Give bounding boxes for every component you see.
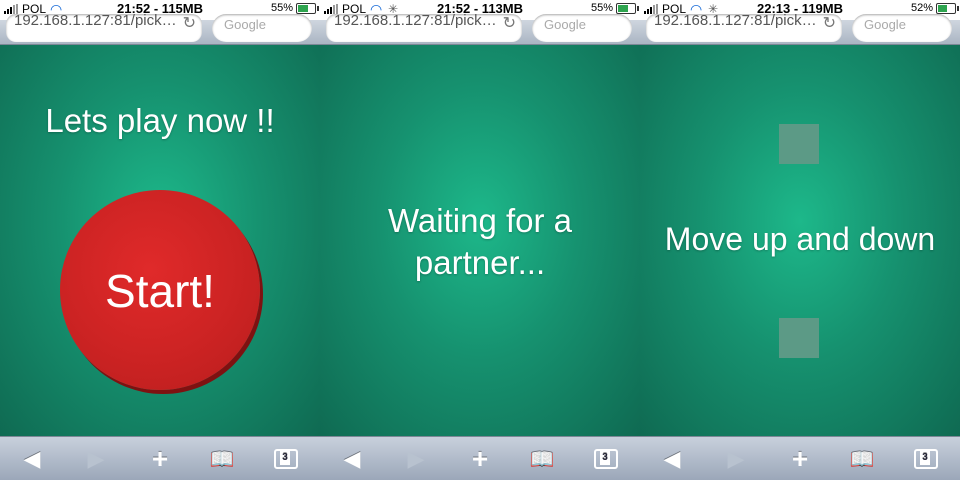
url-field[interactable]: 192.168.1.127:81/pick… ↻ bbox=[646, 12, 842, 42]
back-icon[interactable]: ◀ bbox=[658, 445, 686, 473]
tab-count: 3 bbox=[600, 451, 610, 465]
search-placeholder: Google bbox=[544, 17, 586, 32]
battery-icon bbox=[936, 2, 959, 14]
game-stage: Move up and down bbox=[640, 45, 960, 436]
waiting-line-2: partner... bbox=[414, 244, 546, 281]
browser-toolbar: ◀ ▶ + 📖 3 bbox=[0, 436, 320, 480]
top-paddle-square bbox=[779, 124, 819, 164]
screenshot-strip: POL ◠ 21:52 - 115MB 55% 192.168.1.127:81… bbox=[0, 0, 960, 480]
tabs-icon: 3 bbox=[594, 449, 618, 469]
battery-icon bbox=[296, 2, 319, 14]
phone-screen-play: POL ◠ ✳ 22:13 - 119MB 52% 192.168.1.127:… bbox=[640, 0, 960, 480]
bookmarks-icon[interactable]: 📖 bbox=[848, 445, 876, 473]
reload-icon[interactable]: ↻ bbox=[183, 13, 196, 33]
tabs-icon: 3 bbox=[914, 449, 938, 469]
url-text: 192.168.1.127:81/pick… bbox=[14, 12, 177, 29]
back-icon[interactable]: ◀ bbox=[338, 445, 366, 473]
start-button[interactable]: Start! bbox=[60, 190, 260, 390]
address-bar: 192.168.1.127:81/pick… ↻ Google bbox=[0, 12, 320, 45]
page-heading: Lets play now !! bbox=[45, 102, 275, 139]
tab-count: 3 bbox=[280, 451, 290, 465]
bookmarks-icon[interactable]: 📖 bbox=[208, 445, 236, 473]
waiting-line-1: Waiting for a bbox=[387, 202, 572, 239]
tabs-button[interactable]: 3 bbox=[592, 445, 620, 473]
battery-group: 55% bbox=[270, 2, 319, 14]
bookmarks-icon[interactable]: 📖 bbox=[528, 445, 556, 473]
reload-icon[interactable]: ↻ bbox=[503, 13, 516, 33]
browser-toolbar: ◀ ▶ + 📖 3 bbox=[640, 436, 960, 480]
waiting-message: Waiting for a partner... bbox=[320, 200, 640, 284]
search-field[interactable]: Google bbox=[212, 14, 312, 42]
plus-icon[interactable]: + bbox=[786, 443, 814, 474]
tab-count: 3 bbox=[920, 451, 930, 465]
plus-icon[interactable]: + bbox=[466, 443, 494, 474]
game-stage: Lets play now !! Start! bbox=[0, 45, 320, 436]
address-bar: 192.168.1.127:81/pick… ↻ Google bbox=[640, 12, 960, 45]
search-placeholder: Google bbox=[864, 17, 906, 32]
phone-screen-start: POL ◠ 21:52 - 115MB 55% 192.168.1.127:81… bbox=[0, 0, 320, 480]
address-bar: 192.168.1.127:81/pick… ↻ Google bbox=[320, 12, 640, 45]
back-icon[interactable]: ◀ bbox=[18, 445, 46, 473]
search-field[interactable]: Google bbox=[852, 14, 952, 42]
bottom-paddle-square bbox=[779, 318, 819, 358]
browser-toolbar: ◀ ▶ + 📖 3 bbox=[320, 436, 640, 480]
url-field[interactable]: 192.168.1.127:81/pick… ↻ bbox=[326, 12, 522, 42]
url-field[interactable]: 192.168.1.127:81/pick… ↻ bbox=[6, 12, 202, 42]
battery-percent: 52% bbox=[910, 2, 933, 14]
battery-percent: 55% bbox=[590, 2, 613, 14]
tabs-button[interactable]: 3 bbox=[272, 445, 300, 473]
battery-group: 52% bbox=[910, 2, 959, 14]
game-stage: Waiting for a partner... bbox=[320, 45, 640, 436]
plus-icon[interactable]: + bbox=[146, 443, 174, 474]
url-text: 192.168.1.127:81/pick… bbox=[654, 12, 817, 29]
instruction-text: Move up and down bbox=[664, 221, 936, 257]
search-placeholder: Google bbox=[224, 17, 266, 32]
battery-percent: 55% bbox=[270, 2, 293, 14]
phone-screen-waiting: POL ◠ ✳ 21:52 - 113MB 55% 192.168.1.127:… bbox=[320, 0, 640, 480]
battery-icon bbox=[616, 2, 639, 14]
reload-icon[interactable]: ↻ bbox=[823, 13, 836, 33]
search-field[interactable]: Google bbox=[532, 14, 632, 42]
tabs-icon: 3 bbox=[274, 449, 298, 469]
forward-icon[interactable]: ▶ bbox=[722, 445, 750, 473]
url-text: 192.168.1.127:81/pick… bbox=[334, 12, 497, 29]
forward-icon[interactable]: ▶ bbox=[82, 445, 110, 473]
start-button-label: Start! bbox=[105, 265, 215, 317]
tabs-button[interactable]: 3 bbox=[912, 445, 940, 473]
battery-group: 55% bbox=[590, 2, 639, 14]
forward-icon[interactable]: ▶ bbox=[402, 445, 430, 473]
